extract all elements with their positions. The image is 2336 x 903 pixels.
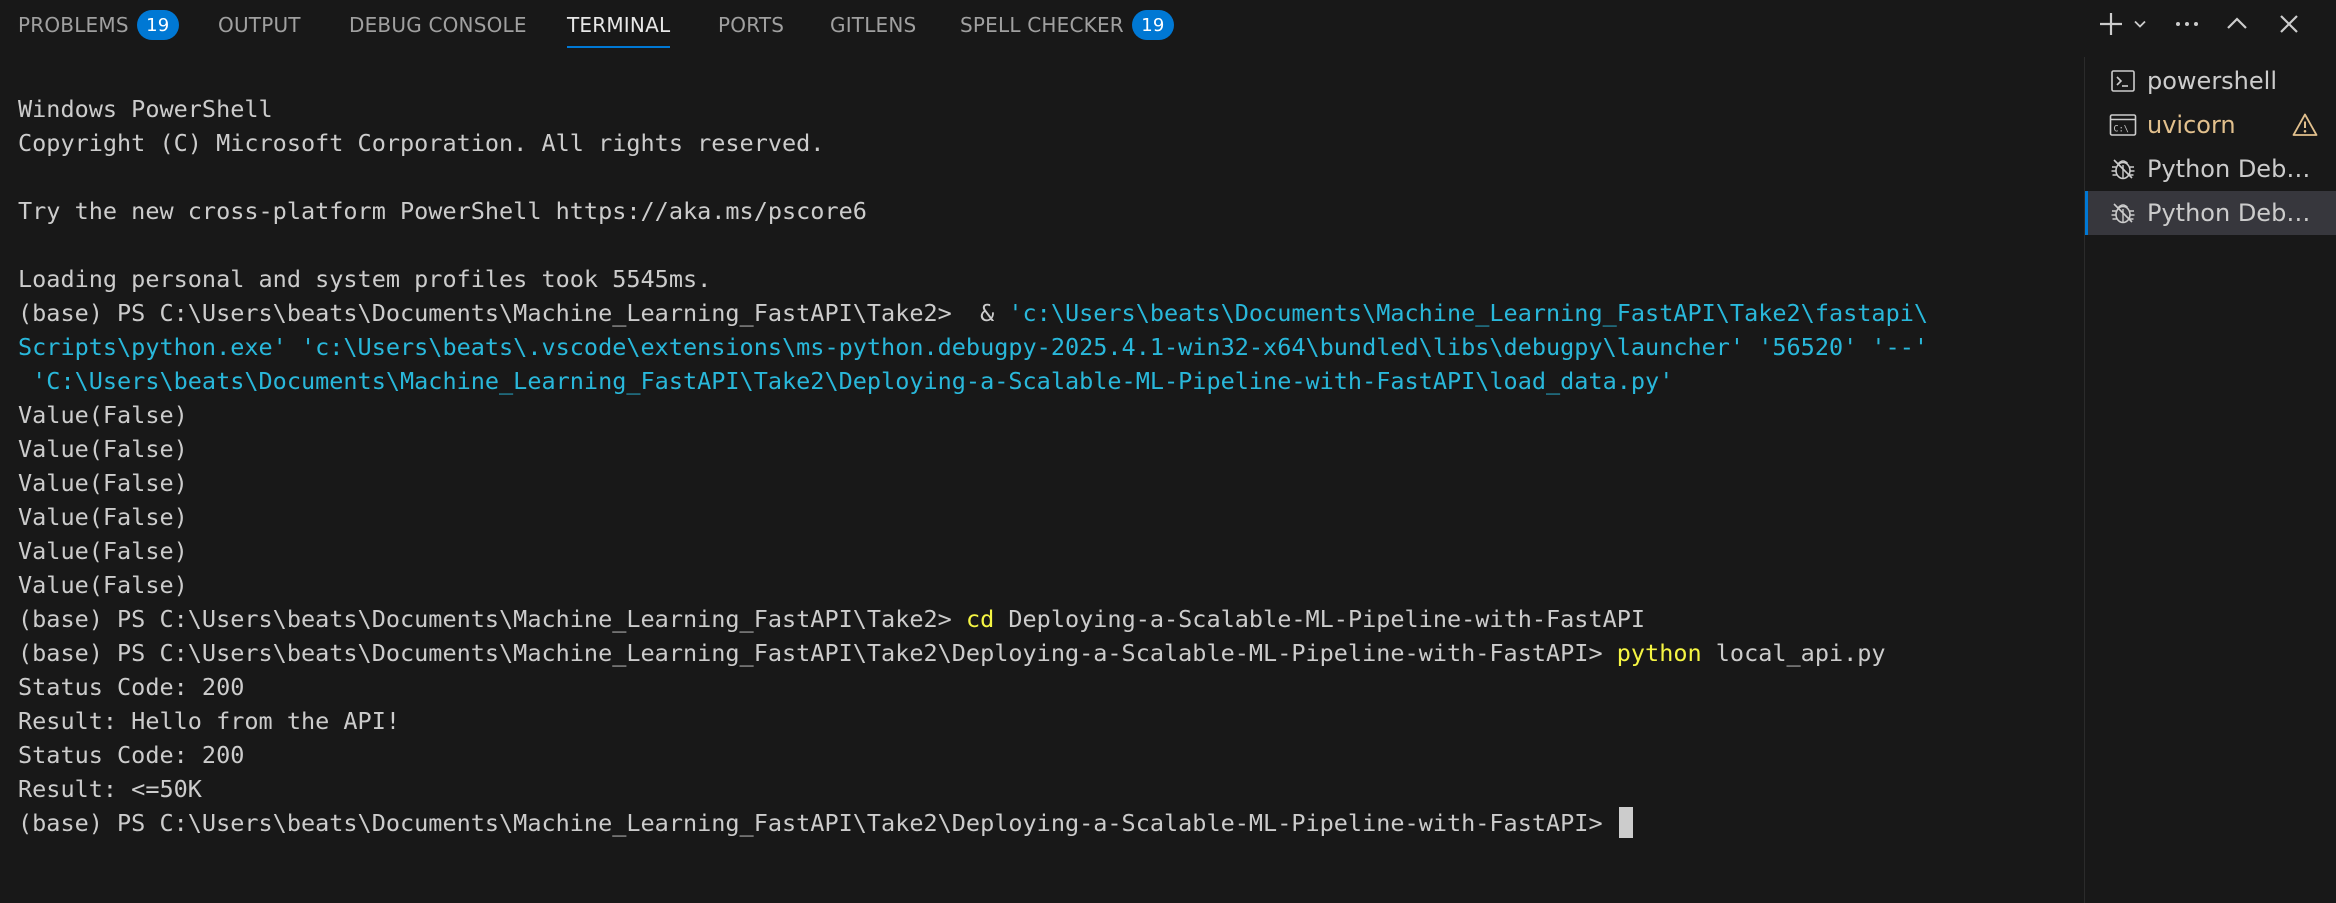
tab-problems[interactable]: PROBLEMS 19 — [18, 0, 179, 50]
tab-label: GITLENS — [830, 13, 917, 37]
terminal-list-label: Python Debug Console — [2147, 199, 2325, 227]
terminal-line: Status Code: 200 — [18, 738, 2078, 772]
panel-tab-bar: PROBLEMS 19 OUTPUT DEBUG CONSOLE TERMINA… — [0, 0, 2336, 50]
warning-icon — [2292, 112, 2318, 144]
terminal-launch-profile-button[interactable] — [2128, 4, 2152, 44]
add-terminal-icon — [2100, 13, 2122, 35]
terminal-text: (base) PS C:\Users\beats\Documents\Machi… — [18, 299, 1009, 327]
tab-gitlens[interactable]: GITLENS — [830, 0, 916, 50]
terminal-cursor — [1618, 807, 1633, 838]
terminal-line: Value(False) — [18, 534, 2078, 568]
terminal-line: (base) PS C:\Users\beats\Documents\Machi… — [18, 806, 2078, 840]
terminal-text: (base) PS C:\Users\beats\Documents\Machi… — [18, 605, 966, 633]
terminal-list-item-powershell[interactable]: powershell — [2085, 59, 2336, 103]
terminal-text: Loading personal and system profiles too… — [18, 265, 712, 293]
terminal-line: Try the new cross-platform PowerShell ht… — [18, 194, 2078, 228]
terminal-text: Result: Hello from the API! — [18, 707, 401, 735]
terminal-path-argument: 'c:\Users\beats\Documents\Machine_Learni… — [1008, 299, 1929, 327]
terminal-text: Windows PowerShell — [18, 95, 273, 123]
spell-checker-count-badge: 19 — [1131, 10, 1174, 40]
terminal-command: python — [1616, 639, 1702, 667]
tab-label: PORTS — [718, 13, 785, 37]
terminal-text: Value(False) — [18, 469, 188, 497]
terminal-text: Copyright (C) Microsoft Corporation. All… — [18, 129, 825, 157]
terminal-text: Value(False) — [18, 401, 188, 429]
terminal-icon — [2108, 66, 2138, 96]
tab-label: PROBLEMS — [18, 13, 129, 37]
terminal-line: Value(False) — [18, 398, 2078, 432]
terminal-text: (base) PS C:\Users\beats\Documents\Machi… — [18, 809, 1617, 837]
more-actions-icon — [2176, 22, 2198, 26]
tab-spell-checker[interactable]: SPELL CHECKER 19 — [960, 0, 1174, 50]
terminal-line: Value(False) — [18, 466, 2078, 500]
terminal-line: Result: Hello from the API! — [18, 704, 2078, 738]
close-panel-icon — [2280, 15, 2298, 33]
add-terminal-button[interactable] — [2094, 4, 2128, 44]
terminal-text: Status Code: 200 — [18, 673, 245, 701]
terminal-list-item-uvicorn[interactable]: C:\ uvicorn — [2085, 103, 2336, 147]
terminal-line: Copyright (C) Microsoft Corporation. All… — [18, 126, 2078, 160]
terminal-line: Value(False) — [18, 568, 2078, 602]
terminal-line: Loading personal and system profiles too… — [18, 262, 2078, 296]
terminal-list-item-python-debug-console-active[interactable]: Python Debug Console — [2085, 191, 2336, 235]
terminal-line: Status Code: 200 — [18, 670, 2078, 704]
terminal-text: Value(False) — [18, 537, 188, 565]
terminal-path-argument: Scripts\python.exe' 'c:\Users\beats\.vsc… — [18, 333, 1929, 361]
more-actions-button[interactable] — [2170, 4, 2204, 44]
terminal-path-argument: 'C:\Users\beats\Documents\Machine_Learni… — [18, 367, 1674, 395]
maximize-panel-icon — [2227, 17, 2247, 29]
terminal-list-label: Python Debug Console — [2147, 155, 2325, 183]
terminal-line: (base) PS C:\Users\beats\Documents\Machi… — [18, 602, 2078, 636]
tab-label: SPELL CHECKER — [960, 13, 1124, 37]
terminal-text: Status Code: 200 — [18, 741, 245, 769]
terminal-text: Result: <=50K — [18, 775, 202, 803]
active-tab-indicator — [567, 46, 671, 48]
terminal-line: Value(False) — [18, 500, 2078, 534]
terminal-line: 'C:\Users\beats\Documents\Machine_Learni… — [18, 364, 2078, 398]
terminal-tabs-list: powershell C:\ uvicorn Python Debug Pyth… — [2085, 59, 2336, 235]
cmd-terminal-icon: C:\ — [2108, 110, 2138, 140]
terminal-text: Value(False) — [18, 503, 188, 531]
terminal-list-label: uvicorn — [2147, 111, 2236, 139]
terminal-line: Windows PowerShell — [18, 92, 2078, 126]
terminal-text: Value(False) — [18, 435, 188, 463]
tab-ports[interactable]: PORTS — [718, 0, 784, 50]
svg-text:C:\: C:\ — [2114, 125, 2129, 135]
close-panel-button[interactable] — [2272, 4, 2306, 44]
terminal-text: (base) PS C:\Users\beats\Documents\Machi… — [18, 639, 1617, 667]
tab-label: TERMINAL — [567, 13, 671, 37]
terminal-text: Try the new cross-platform PowerShell ht… — [18, 197, 867, 225]
problems-count-badge: 19 — [136, 10, 179, 40]
terminal-list-item-python-debug-console[interactable]: Python Debug Console — [2085, 147, 2336, 191]
tab-terminal[interactable]: TERMINAL — [567, 0, 671, 50]
tab-debug-console[interactable]: DEBUG CONSOLE — [349, 0, 527, 50]
terminal-line: (base) PS C:\Users\beats\Documents\Machi… — [18, 296, 2078, 330]
tab-label: DEBUG CONSOLE — [349, 13, 527, 37]
terminal-list-label: powershell — [2147, 67, 2277, 95]
chevron-down-icon — [2134, 20, 2146, 28]
terminal-line: (base) PS C:\Users\beats\Documents\Machi… — [18, 636, 2078, 670]
terminal-output[interactable]: Windows PowerShell Copyright (C) Microsof… — [18, 92, 2078, 840]
tab-label: OUTPUT — [218, 13, 301, 37]
terminal-line: Scripts\python.exe' 'c:\Users\beats\.vsc… — [18, 330, 2078, 364]
terminal-command: cd — [965, 605, 995, 633]
debug-bug-icon — [2108, 154, 2138, 184]
debug-bug-icon — [2108, 198, 2138, 228]
terminal-line: Result: <=50K — [18, 772, 2078, 806]
terminal-line: Value(False) — [18, 432, 2078, 466]
tab-output[interactable]: OUTPUT — [218, 0, 301, 50]
terminal-text: Value(False) — [18, 571, 188, 599]
maximize-panel-button[interactable] — [2220, 4, 2254, 44]
terminal-text: local_api.py — [1701, 639, 1886, 667]
terminal-text: Deploying-a-Scalable-ML-Pipeline-with-Fa… — [994, 605, 1646, 633]
